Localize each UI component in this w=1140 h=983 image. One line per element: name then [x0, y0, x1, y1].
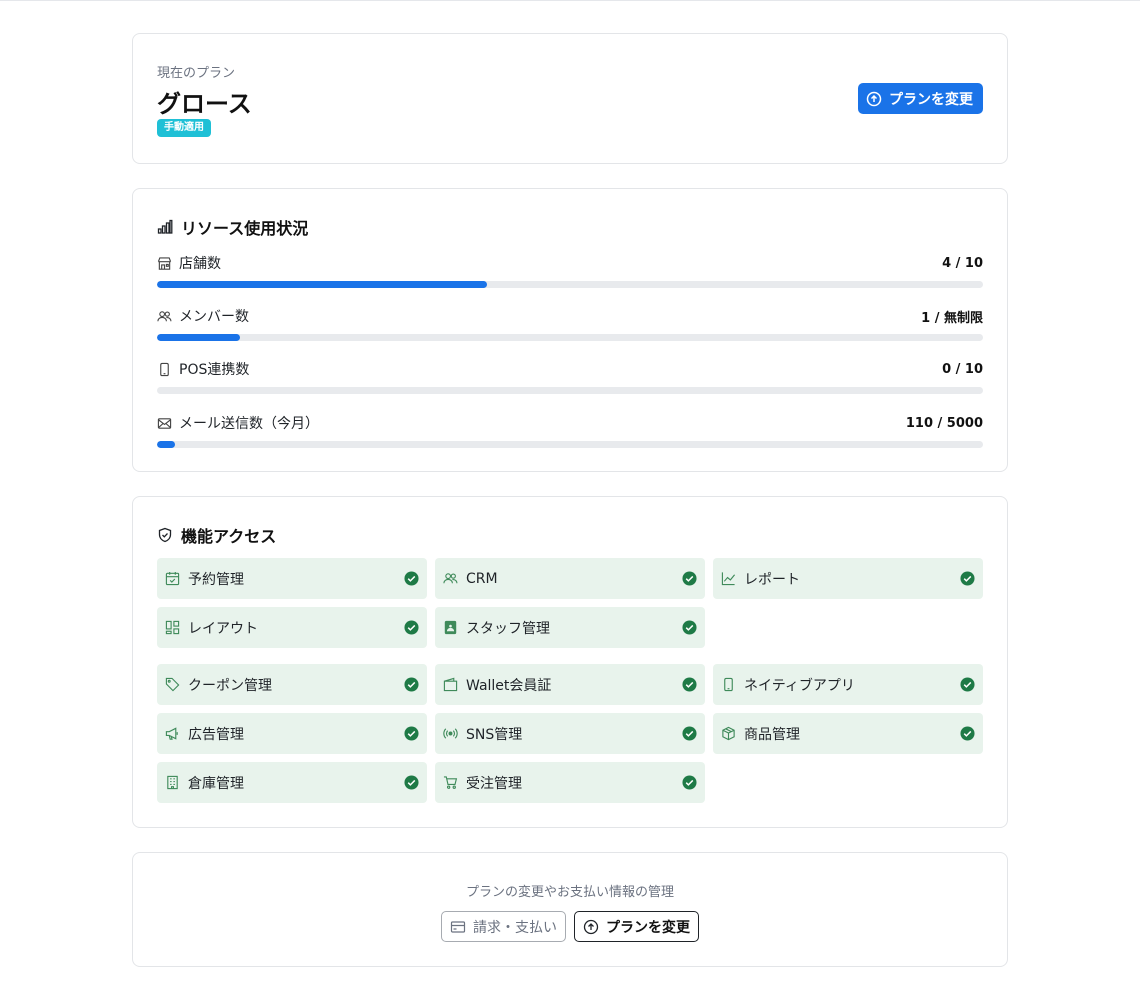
building-icon: [167, 775, 178, 790]
feature-access-card: 機能アクセス 予約管理 CRM レポート レイアウト スタッフ管理 クーポン管理…: [132, 496, 1008, 828]
progress-bar: [157, 387, 983, 394]
manual-apply-badge: 手動適用: [157, 119, 211, 137]
billing-button[interactable]: 請求・支払い: [441, 911, 566, 942]
resource-value: 1 / 無制限: [921, 310, 983, 326]
wallet-icon: [443, 677, 458, 692]
feature-item-layout: レイアウト: [157, 607, 427, 648]
progress-bar: [157, 441, 983, 448]
users-icon: [157, 310, 172, 321]
resource-value: 0 / 10: [942, 361, 983, 377]
feature-item-wallet: Wallet会員証: [435, 664, 705, 705]
megaphone-icon: [165, 727, 178, 740]
feature-item-orders: 受注管理: [435, 762, 705, 803]
plan-name: グロース: [157, 90, 252, 118]
feature-item-ads: 広告管理: [157, 713, 427, 754]
shield-check-icon: [158, 527, 172, 543]
check-circle-icon: [960, 677, 975, 692]
box-icon: [722, 726, 735, 741]
check-circle-icon: [960, 726, 975, 741]
resource-value: 110 / 5000: [905, 415, 983, 431]
resource-row-members: メンバー数 1 / 無制限: [157, 307, 983, 341]
change-plan-footer-button[interactable]: プランを変更: [574, 911, 699, 942]
resource-row-pos: POS連携数 0 / 10: [157, 360, 983, 394]
store-icon: [157, 256, 172, 270]
feature-item-report: レポート: [713, 558, 983, 599]
current-plan-card: 現在のプラン グロース 手動適用 プランを変更: [132, 33, 1008, 164]
progress-bar: [157, 281, 983, 288]
broadcast-icon: [443, 728, 458, 739]
id-badge-icon: [444, 620, 457, 635]
resource-usage-card: リソース使用状況 店舗数 4 / 10 メンバー数 1 / 無制限 POS連携数…: [132, 188, 1008, 472]
plan-management-text: プランの変更やお支払い情報の管理: [465, 885, 674, 900]
check-circle-icon: [404, 571, 419, 586]
change-plan-label: プランを変更: [889, 91, 973, 108]
resource-row-stores: 店舗数 4 / 10: [157, 254, 983, 288]
chart-line-icon: [721, 572, 736, 586]
feature-item-crm: CRM: [435, 558, 705, 599]
resource-label: POS連携数: [179, 362, 250, 378]
resource-label: メール送信数（今月）: [179, 416, 319, 432]
feature-item-sns: SNS管理: [435, 713, 705, 754]
phone-icon: [160, 362, 169, 376]
check-circle-icon: [960, 571, 975, 586]
users-icon: [443, 573, 458, 584]
feature-item-staff: スタッフ管理: [435, 607, 705, 648]
check-circle-icon: [404, 726, 419, 741]
plan-label: 現在のプラン: [157, 66, 236, 81]
feature-item-coupon: クーポン管理: [157, 664, 427, 705]
feature-access-title: 機能アクセス: [157, 523, 276, 547]
change-plan-button[interactable]: プランを変更: [858, 83, 983, 114]
resource-value: 4 / 10: [942, 255, 983, 271]
check-circle-icon: [682, 775, 697, 790]
check-circle-icon: [404, 775, 419, 790]
check-circle-icon: [682, 726, 697, 741]
cart-icon: [443, 776, 458, 789]
phone-icon: [724, 677, 733, 692]
plan-management-card: プランの変更やお支払い情報の管理 請求・支払い プランを変更: [132, 852, 1008, 967]
arrow-up-circle-icon: [583, 919, 599, 934]
feature-item-warehouse: 倉庫管理: [157, 762, 427, 803]
resource-label: メンバー数: [179, 309, 249, 325]
resource-row-mail: メール送信数（今月） 110 / 5000: [157, 414, 983, 448]
signal-bars-icon: [157, 219, 173, 234]
check-circle-icon: [682, 620, 697, 635]
feature-item-reservation: 予約管理: [157, 558, 427, 599]
resource-usage-title: リソース使用状況: [157, 215, 308, 239]
check-circle-icon: [682, 677, 697, 692]
check-circle-icon: [404, 677, 419, 692]
arrow-up-circle-icon: [866, 91, 882, 106]
resource-label: 店舗数: [179, 256, 221, 272]
feature-item-products: 商品管理: [713, 713, 983, 754]
credit-card-icon: [450, 920, 466, 933]
feature-item-native-app: ネイティブアプリ: [713, 664, 983, 705]
check-circle-icon: [404, 620, 419, 635]
calendar-check-icon: [165, 571, 180, 586]
mail-icon: [157, 417, 172, 429]
layout-icon: [165, 620, 180, 635]
tag-icon: [165, 677, 180, 692]
check-circle-icon: [682, 571, 697, 586]
progress-bar: [157, 334, 983, 341]
